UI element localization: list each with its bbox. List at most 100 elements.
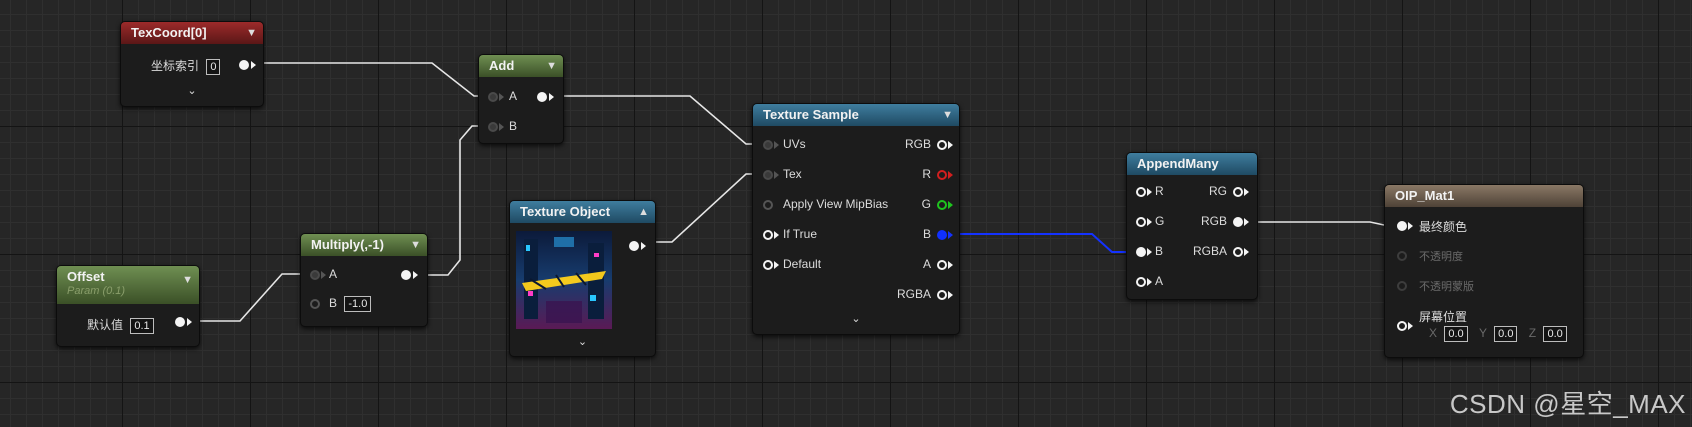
append-b-input-pin[interactable] (1136, 247, 1146, 257)
texcoord-header[interactable]: TexCoord[0] ▼ (121, 22, 263, 44)
rgba-output-pin[interactable] (937, 290, 947, 300)
tex-input-pin[interactable] (763, 170, 773, 180)
multiply-node[interactable]: Multiply(,-1) ▼ A B -1.0 (300, 233, 428, 327)
texture-sample-node[interactable]: Texture Sample ▼ UVs Tex Apply View MipB… (752, 103, 960, 335)
apply-view-mipbias-pin[interactable] (763, 200, 773, 210)
default-input-pin[interactable] (763, 260, 773, 270)
r-output-label: R (922, 167, 931, 181)
multiply-b-value[interactable]: -1.0 (344, 296, 372, 312)
uvs-input-label: UVs (783, 137, 806, 151)
append-r-input-pin[interactable] (1136, 187, 1146, 197)
coordinate-index-value[interactable]: 0 (206, 59, 221, 75)
append-many-header[interactable]: AppendMany (1127, 153, 1257, 175)
chevron-down-icon[interactable]: ▼ (546, 55, 557, 77)
texture-thumbnail-image (516, 231, 612, 329)
if-true-input-pin[interactable] (763, 230, 773, 240)
texcoord-node[interactable]: TexCoord[0] ▼ 坐标索引 0 ⌄ (120, 21, 264, 107)
multiply-pin-a-label: A (329, 267, 338, 281)
append-rgb-output-pin[interactable] (1233, 217, 1243, 227)
coord-y-label: Y (1479, 326, 1487, 340)
multiply-header[interactable]: Multiply(,-1) ▼ (301, 234, 427, 256)
chevron-down-icon[interactable]: ⌄ (121, 84, 263, 97)
coord-x-label: X (1429, 326, 1438, 340)
multiply-output-pin[interactable] (401, 270, 411, 280)
append-rgba-output-pin[interactable] (1233, 247, 1243, 257)
texture-object-node[interactable]: Texture Object ▲ ⌄ (509, 200, 656, 357)
add-node[interactable]: Add ▼ A B (478, 54, 564, 144)
append-many-node[interactable]: AppendMany R G B A RG RGB RGBA (1126, 152, 1258, 300)
b-output-pin[interactable] (937, 230, 947, 240)
default-value-label: 默认值 (87, 318, 124, 332)
chevron-up-icon[interactable]: ▲ (638, 201, 649, 223)
texture-object-output-pin[interactable] (629, 241, 639, 251)
append-rg-output-pin[interactable] (1233, 187, 1243, 197)
add-input-b-arrow (499, 123, 504, 131)
chevron-down-icon[interactable]: ⌄ (753, 312, 959, 325)
g-output-pin[interactable] (937, 200, 947, 210)
coord-x-input[interactable]: 0.0 (1444, 326, 1468, 342)
chevron-down-icon[interactable]: ▼ (246, 22, 257, 44)
append-rg-output-label: RG (1209, 184, 1227, 198)
offset-header[interactable]: Offset Param (0.1) ▼ (57, 266, 199, 304)
coord-z-input[interactable]: 0.0 (1543, 326, 1567, 342)
add-input-b-pin[interactable] (488, 122, 498, 132)
final-color-pin[interactable] (1397, 221, 1407, 231)
add-header[interactable]: Add ▼ (479, 55, 563, 77)
add-input-a-arrow (499, 93, 504, 101)
chevron-down-icon[interactable]: ▼ (182, 274, 193, 286)
g-output-label: G (921, 197, 931, 211)
texture-object-header[interactable]: Texture Object ▲ (510, 201, 655, 223)
chevron-down-icon[interactable]: ▼ (410, 234, 421, 256)
a-output-pin[interactable] (937, 260, 947, 270)
texture-sample-header[interactable]: Texture Sample ▼ (753, 104, 959, 126)
opacity-pin[interactable] (1397, 251, 1407, 261)
texture-thumbnail[interactable] (516, 231, 612, 329)
tex-input-arrow (774, 171, 779, 179)
append-b-input-arrow (1147, 248, 1152, 256)
material-output-header[interactable]: OIP_Mat1 (1385, 185, 1583, 207)
screen-position-coords: X 0.0 Y 0.0 Z 0.0 (1429, 326, 1567, 342)
offset-title: Offset (67, 269, 105, 284)
multiply-input-b-pin[interactable] (310, 299, 320, 309)
offset-subtitle: Param (0.1) (67, 285, 126, 297)
append-g-input-arrow (1147, 218, 1152, 226)
uvs-input-pin[interactable] (763, 140, 773, 150)
multiply-input-a-pin[interactable] (310, 270, 320, 280)
add-output-pin[interactable] (537, 92, 547, 102)
offset-output-pin[interactable] (175, 317, 185, 327)
offset-node[interactable]: Offset Param (0.1) ▼ 默认值 0.1 (56, 265, 200, 347)
add-title: Add (489, 58, 515, 73)
b-output-label: B (922, 227, 931, 241)
csdn-watermark: CSDN @星空_MAX (1449, 389, 1686, 419)
texcoord-title: TexCoord[0] (131, 25, 207, 40)
chevron-down-icon[interactable]: ▼ (942, 104, 953, 126)
multiply-pin-b-label: B (329, 296, 338, 310)
screen-position-pin[interactable] (1397, 321, 1407, 331)
append-rg-output-arrow (1244, 188, 1249, 196)
if-true-input-arrow (774, 231, 779, 239)
multiply-b-row: B -1.0 (329, 296, 372, 312)
default-value-input[interactable]: 0.1 (130, 318, 154, 334)
chevron-down-icon[interactable]: ⌄ (510, 335, 655, 348)
screen-position-arrow (1408, 322, 1413, 330)
wire-b-to-append-b (948, 233, 1140, 253)
material-output-node[interactable]: OIP_Mat1 最终颜色 不透明度 不透明蒙版 屏幕位置 X 0.0 Y 0.… (1384, 184, 1584, 358)
append-r-input-arrow (1147, 188, 1152, 196)
coordinate-index-label: 坐标索引 (151, 59, 200, 73)
append-g-input-label: G (1155, 214, 1165, 228)
texcoord-output-pin[interactable] (239, 60, 249, 70)
coord-y-input[interactable]: 0.0 (1494, 326, 1518, 342)
add-input-a-pin[interactable] (488, 92, 498, 102)
append-g-input-pin[interactable] (1136, 217, 1146, 227)
rgb-output-pin[interactable] (937, 140, 947, 150)
final-color-arrow (1408, 222, 1413, 230)
rgb-output-arrow (948, 141, 953, 149)
append-rgb-output-label: RGB (1200, 214, 1227, 228)
tex-input-label: Tex (783, 167, 802, 181)
multiply-output-arrow (413, 271, 418, 279)
r-output-pin[interactable] (937, 170, 947, 180)
opacity-mask-pin[interactable] (1397, 281, 1407, 291)
append-a-input-pin[interactable] (1136, 277, 1146, 287)
wire-offset-to-multiply-a (190, 273, 304, 322)
add-pin-b-label: B (509, 119, 518, 133)
